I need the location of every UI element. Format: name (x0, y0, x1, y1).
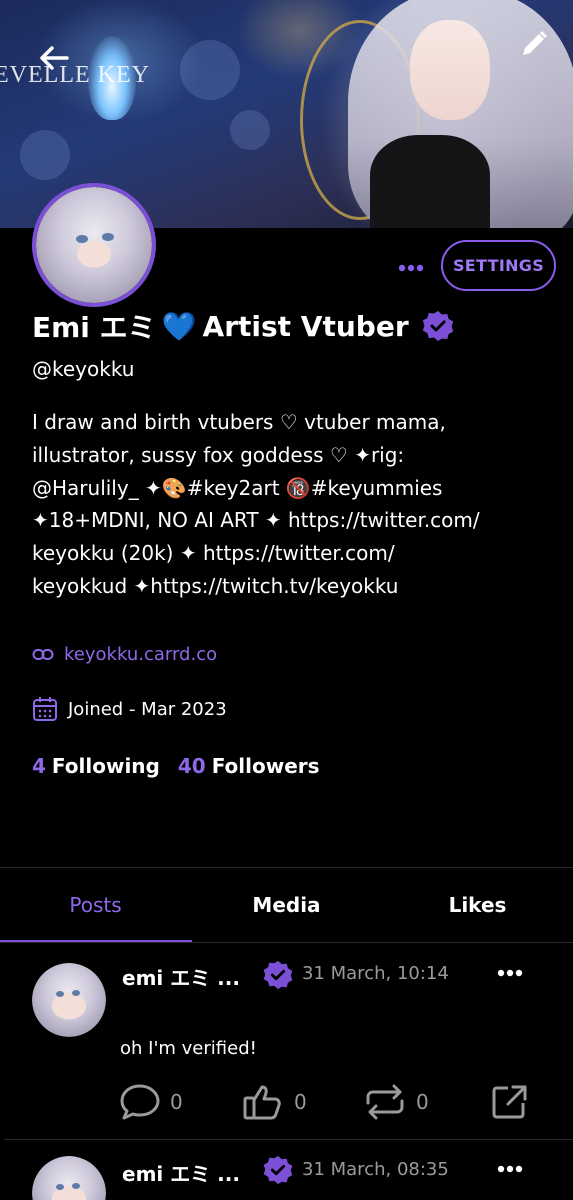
avatar-eye (102, 233, 114, 241)
tab-media[interactable]: Media (191, 868, 382, 942)
display-name-title: Artist Vtuber (202, 309, 409, 343)
arrow-left-icon (40, 46, 69, 70)
display-name: Emi エミ 💙 Artist Vtuber (32, 306, 455, 346)
profile-bio: I draw and birth vtubers ♡ vtuber mama, … (32, 410, 480, 598)
display-name-text: Emi エミ (32, 311, 156, 344)
blue-heart-emoji: 💙 (161, 309, 197, 343)
banner-bokeh (20, 130, 70, 180)
post-timestamp: 31 March, 10:14 (302, 963, 449, 984)
tab-posts[interactable]: Posts (0, 868, 191, 942)
post-item[interactable]: emi エミ ... 31 March, 08:35 (0, 1140, 573, 1200)
avatar-image (32, 963, 106, 1037)
banner-character-dress (370, 135, 490, 228)
thumbs-up-icon (243, 1085, 281, 1120)
user-handle: @keyokku (32, 357, 135, 381)
post-more-button[interactable] (494, 1159, 526, 1179)
profile-link[interactable]: keyokku.carrd.co (32, 644, 217, 665)
avatar-image (32, 1156, 106, 1200)
post-content: oh I'm verified! (120, 1038, 257, 1059)
avatar-eye (56, 991, 64, 997)
comment-icon (120, 1084, 160, 1120)
edit-banner-button[interactable] (512, 22, 556, 66)
share-icon (492, 1085, 527, 1119)
profile-more-button[interactable] (396, 256, 426, 280)
more-horizontal-icon (497, 969, 523, 977)
avatar-eye (76, 235, 88, 243)
profile-tabs: Posts Media Likes (0, 868, 573, 942)
banner-bokeh (180, 40, 240, 100)
following-count: 4 (32, 754, 46, 778)
link-icon (32, 648, 54, 660)
verified-badge-icon (263, 1155, 293, 1185)
repost-icon (366, 1084, 404, 1120)
post-avatar[interactable] (32, 963, 106, 1037)
profile-avatar[interactable] (32, 183, 156, 307)
joined-text: Joined - Mar 2023 (68, 698, 227, 720)
pencil-icon (523, 31, 547, 55)
banner-character-face (410, 20, 490, 120)
reply-count: 0 (170, 1090, 183, 1114)
avatar-eye (56, 1184, 64, 1190)
verified-badge-icon (263, 960, 293, 990)
joined-date: Joined - Mar 2023 (32, 696, 227, 722)
post-item[interactable]: emi エミ ... 31 March, 10:14 oh I'm verifi… (0, 943, 573, 1145)
tab-likes[interactable]: Likes (382, 868, 573, 942)
following-stat[interactable]: 4 Following (32, 754, 160, 778)
avatar-eye (72, 990, 80, 996)
followers-label: Followers (211, 754, 320, 778)
post-more-button[interactable] (494, 963, 526, 983)
repost-count: 0 (416, 1090, 429, 1114)
avatar-image (36, 187, 152, 303)
repost-button[interactable]: 0 (362, 1083, 429, 1121)
post-actions: 0 0 0 (118, 1081, 538, 1121)
banner-bokeh (230, 110, 270, 150)
follow-stats: 4 Following 40 Followers (32, 754, 320, 778)
settings-button[interactable]: SETTINGS (441, 240, 556, 291)
profile-link-text[interactable]: keyokku.carrd.co (64, 644, 217, 665)
following-label: Following (51, 754, 160, 778)
like-button[interactable]: 0 (242, 1083, 307, 1121)
calendar-icon (33, 697, 57, 721)
post-timestamp: 31 March, 08:35 (302, 1159, 449, 1180)
verified-badge-icon (422, 311, 453, 341)
more-horizontal-icon (497, 1165, 523, 1173)
post-author[interactable]: emi エミ ... (122, 1158, 240, 1187)
more-horizontal-icon (398, 264, 424, 272)
followers-stat[interactable]: 40 Followers (178, 754, 320, 778)
post-avatar[interactable] (32, 1156, 106, 1200)
avatar-eye (72, 1183, 80, 1189)
like-count: 0 (294, 1090, 307, 1114)
reply-button[interactable]: 0 (118, 1083, 183, 1121)
back-button[interactable] (32, 36, 76, 80)
share-button[interactable] (490, 1083, 530, 1121)
post-author[interactable]: emi エミ ... (122, 962, 240, 991)
followers-count: 40 (177, 754, 206, 778)
